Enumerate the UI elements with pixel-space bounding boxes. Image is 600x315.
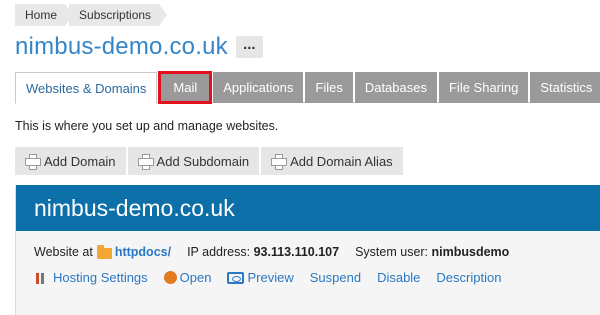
tab-databases[interactable]: Databases xyxy=(354,72,437,103)
title-row: nimbus-demo.co.uk ... xyxy=(15,33,263,61)
tab-mail[interactable]: Mail xyxy=(158,71,213,104)
system-user-label: System user: xyxy=(355,245,429,259)
tab-file-sharing[interactable]: File Sharing xyxy=(438,72,529,103)
tab-files[interactable]: Files xyxy=(305,72,353,103)
ip-address-value: 93.113.110.107 xyxy=(253,245,340,259)
tab-applications[interactable]: Applications xyxy=(213,72,304,103)
preview-label: Preview xyxy=(247,270,294,285)
domain-links-row: Hosting Settings Open Preview Suspend Di… xyxy=(34,259,600,285)
suspend-link[interactable]: Suspend xyxy=(310,270,361,285)
folder-icon xyxy=(96,244,112,259)
tab-websites-domains[interactable]: Websites & Domains xyxy=(15,72,158,104)
add-domain-alias-button[interactable]: Add Domain Alias xyxy=(261,147,403,175)
intro-text: This is where you set up and manage webs… xyxy=(15,119,279,133)
plus-icon xyxy=(25,154,41,170)
open-label: Open xyxy=(179,270,212,285)
page-title: nimbus-demo.co.uk xyxy=(15,33,228,60)
action-toolbar: Add Domain Add Subdomain Add Domain Alia… xyxy=(15,147,405,175)
add-domain-alias-label: Add Domain Alias xyxy=(290,153,393,169)
ip-address-label: IP address: xyxy=(187,245,251,259)
add-domain-label: Add Domain xyxy=(44,153,116,169)
add-subdomain-label: Add Subdomain xyxy=(156,153,250,169)
open-link[interactable]: Open xyxy=(163,270,212,285)
tab-bar: Websites & Domains Mail Applications Fil… xyxy=(15,71,600,104)
breadcrumb-subscriptions[interactable]: Subscriptions xyxy=(69,4,168,26)
breadcrumb: Home Subscriptions xyxy=(15,4,168,26)
add-subdomain-button[interactable]: Add Subdomain xyxy=(127,147,260,175)
website-path-link[interactable]: httpdocs/ xyxy=(115,245,171,259)
description-link[interactable]: Description xyxy=(436,270,501,285)
hosting-settings-link[interactable]: Hosting Settings xyxy=(34,270,148,285)
preview-icon xyxy=(227,271,245,284)
wrench-icon xyxy=(34,271,50,285)
system-user-value: nimbusdemo xyxy=(431,245,510,259)
website-at-label: Website at xyxy=(34,245,93,259)
hosting-settings-label: Hosting Settings xyxy=(53,270,148,285)
plus-icon xyxy=(271,154,288,170)
open-icon xyxy=(163,271,177,284)
domain-panel-title: nimbus-demo.co.uk xyxy=(16,185,600,231)
more-actions-button[interactable]: ... xyxy=(235,36,263,58)
domain-panel-body: Website at httpdocs/ IP address: 93.113.… xyxy=(16,231,600,315)
plus-icon xyxy=(137,154,154,170)
add-domain-button[interactable]: Add Domain xyxy=(15,147,126,175)
tab-statistics[interactable]: Statistics xyxy=(530,72,600,103)
preview-link[interactable]: Preview xyxy=(227,270,294,285)
domain-panel: nimbus-demo.co.uk Website at httpdocs/ I… xyxy=(15,185,600,315)
breadcrumb-home[interactable]: Home xyxy=(15,4,74,26)
disable-link[interactable]: Disable xyxy=(377,270,420,285)
domain-info-row: Website at httpdocs/ IP address: 93.113.… xyxy=(34,231,600,259)
